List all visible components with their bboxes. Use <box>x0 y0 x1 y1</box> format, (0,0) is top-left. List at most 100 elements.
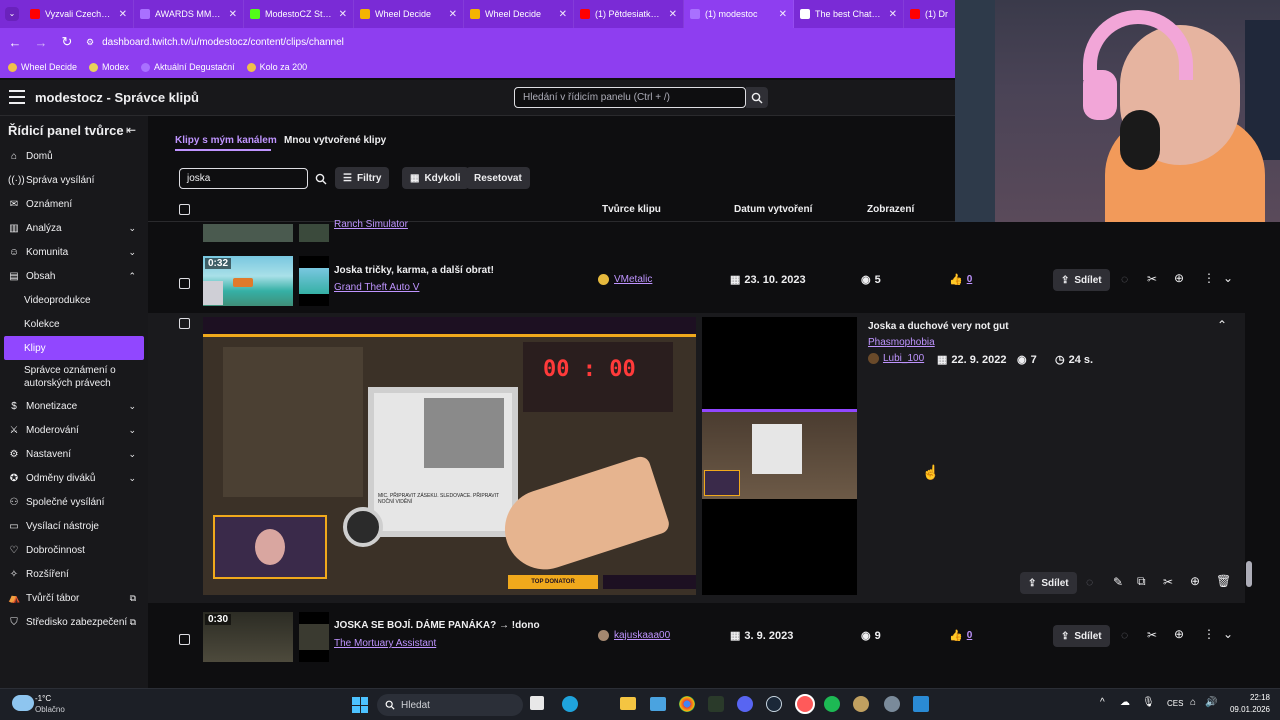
close-icon[interactable]: ✕ <box>559 9 567 20</box>
back-icon[interactable]: ← <box>8 35 22 50</box>
bookmark-modex[interactable]: Modex <box>89 62 129 72</box>
chevron-down-icon[interactable]: ⌄ <box>1223 271 1233 285</box>
creator-link[interactable]: Lubi_100 <box>883 353 924 364</box>
clip-thumbnail[interactable] <box>203 224 293 242</box>
clip-game-link[interactable]: The Mortuary Assistant <box>334 638 436 649</box>
sidebar-item-collab[interactable]: ⚇ Společné vysílání <box>0 490 148 514</box>
creator-link[interactable]: VMetalic <box>614 274 652 285</box>
close-icon[interactable]: ✕ <box>339 9 347 20</box>
scissors-icon[interactable]: ✂ <box>1147 272 1157 286</box>
browser-tab[interactable]: ModestoCZ Strea ✕ <box>244 0 354 28</box>
bookmark-wheel-decide[interactable]: Wheel Decide <box>8 62 77 72</box>
sidebar-item-analytics[interactable]: ▥ Analýza ⌄ <box>0 216 148 240</box>
site-info-icon[interactable]: ⚙ <box>86 37 94 48</box>
chevron-up-icon[interactable]: ⌃ <box>1217 318 1227 332</box>
browser-tab[interactable]: Vyzvali CzechClou ✕ <box>24 0 134 28</box>
clip-search-input[interactable]: joska <box>179 168 308 189</box>
tab-menu-button[interactable]: ⌄ <box>0 0 24 28</box>
settings-icon[interactable] <box>884 696 900 712</box>
share-button[interactable]: ⇪ Sdílet <box>1053 269 1110 291</box>
sidebar-item-community[interactable]: ☺ Komunita ⌄ <box>0 240 148 264</box>
filters-button[interactable]: ☰ Filtry <box>335 167 390 189</box>
dashboard-search-input[interactable]: Hledání v řídicím panelu (Ctrl + /) <box>514 87 746 108</box>
clock-date[interactable]: 09.01.2026 <box>1228 705 1270 714</box>
column-creator[interactable]: Tvůrce klipu <box>602 204 661 215</box>
date-range-button[interactable]: ▦ Kdykoli <box>402 167 469 189</box>
volume-icon[interactable]: 🔊 <box>1205 697 1217 708</box>
task-view-icon[interactable] <box>530 696 544 710</box>
tray-chevron-icon[interactable]: ^ <box>1100 697 1105 708</box>
sidebar-item-content[interactable]: ▤ Obsah ⌃ <box>0 264 148 288</box>
sidebar-item-tools[interactable]: ▭ Vysílací nástroje <box>0 514 148 538</box>
clip-thumbnail[interactable]: 0:32 <box>203 256 293 306</box>
clip-game-link[interactable]: Ranch Simulator <box>334 219 408 230</box>
sidebar-subitem[interactable]: Kolekce <box>0 312 148 336</box>
loading-icon[interactable]: ◌ <box>1121 628 1128 642</box>
clip-title[interactable]: JOSKA SE BOJÍ. DÁME PANÁKA? → !dono <box>334 620 540 631</box>
row-checkbox[interactable] <box>179 318 190 329</box>
scissors-icon[interactable]: ✂ <box>1147 628 1157 642</box>
reset-button[interactable]: Resetovat <box>466 167 530 189</box>
tray-cloud-icon[interactable]: ☁ <box>1120 697 1130 708</box>
clip-vertical-preview[interactable] <box>702 317 857 595</box>
browser-tab[interactable]: (1) Pětdesiatka - Y ✕ <box>574 0 684 28</box>
browser-tab[interactable]: Wheel Decide ✕ <box>464 0 574 28</box>
forward-icon[interactable]: → <box>34 35 48 50</box>
share-button[interactable]: ⇪ Sdílet <box>1020 572 1077 594</box>
sidebar-item-announcement[interactable]: ✉ Oznámení <box>0 192 148 216</box>
tab-my-channel-clips[interactable]: Klipy s mým kanálem <box>175 135 277 146</box>
loading-icon[interactable]: ◌ <box>1086 575 1093 589</box>
discord-icon[interactable] <box>737 696 753 712</box>
steam-icon[interactable] <box>766 696 782 712</box>
sidebar-item-charity[interactable]: ♡ Dobročinnost <box>0 538 148 562</box>
sidebar-item-home[interactable]: ⌂ Domů <box>0 144 148 168</box>
browser-tab[interactable]: The best ChatBot ✕ <box>794 0 904 28</box>
select-all-checkbox[interactable] <box>179 204 190 215</box>
delete-icon[interactable]: 🗑 <box>1216 574 1231 588</box>
file-explorer-icon[interactable] <box>620 697 636 710</box>
clip-title[interactable]: Joska tričky, karma, a další obrat! <box>334 265 494 276</box>
add-to-collection-icon[interactable]: ⊕ <box>1174 271 1184 285</box>
collapse-sidebar-icon[interactable]: ⇤ <box>126 123 136 137</box>
loading-icon[interactable]: ◌ <box>1121 272 1128 286</box>
clip-game-link[interactable]: Phasmophobia <box>868 337 935 348</box>
sidebar-item-security[interactable]: ⛉ Středisko zabezpečení ⧉ <box>0 610 148 634</box>
scrollbar[interactable] <box>1246 226 1252 676</box>
close-icon[interactable]: ✕ <box>889 9 897 20</box>
sidebar-item-camp[interactable]: ⛺ Tvůrčí tábor ⧉ <box>0 586 148 610</box>
sidebar-subitem[interactable]: Správce oznámení o autorských právech <box>0 360 148 394</box>
close-icon[interactable]: ✕ <box>119 9 127 20</box>
creator-link[interactable]: kajuskaaa00 <box>614 630 670 641</box>
browser-tab[interactable]: AWARDS MMA LI ✕ <box>134 0 244 28</box>
row-checkbox[interactable] <box>179 278 190 289</box>
browser-tab[interactable]: (1) modestoc ✕ <box>684 0 794 28</box>
app-icon[interactable] <box>708 696 724 712</box>
edit-icon[interactable]: ✎ <box>1113 575 1123 589</box>
spotify-icon[interactable] <box>824 696 840 712</box>
clock-time[interactable]: 22:18 <box>1228 693 1270 702</box>
sidebar-item-moderation[interactable]: ⚔ Moderování ⌄ <box>0 418 148 442</box>
browser-tab[interactable]: Wheel Decide ✕ <box>354 0 464 28</box>
clip-search-button[interactable] <box>311 168 331 189</box>
column-views[interactable]: Zobrazení <box>867 204 914 215</box>
sidebar-item-monetization[interactable]: $ Monetizace ⌄ <box>0 394 148 418</box>
edge-icon[interactable] <box>562 696 578 712</box>
external-link-icon[interactable]: ⧉ <box>1137 574 1146 589</box>
share-button[interactable]: ⇪ Sdílet <box>1053 625 1110 647</box>
sidebar-subitem[interactable]: Klipy <box>4 336 144 360</box>
sidebar-subitem[interactable]: Videoprodukce <box>0 288 148 312</box>
menu-icon[interactable] <box>9 90 25 104</box>
column-date[interactable]: Datum vytvoření <box>734 204 812 215</box>
sidebar-item-extensions[interactable]: ✧ Rozšíření <box>0 562 148 586</box>
bookmark-kolo[interactable]: Kolo za 200 <box>246 62 307 72</box>
more-icon[interactable]: ⋮ <box>1203 627 1215 641</box>
bookmark-degustacni[interactable]: Aktuální Degustační <box>141 62 235 72</box>
add-to-collection-icon[interactable]: ⊕ <box>1174 627 1184 641</box>
language-indicator[interactable]: CES <box>1167 699 1183 708</box>
windows-start-icon[interactable] <box>352 697 368 713</box>
store-icon[interactable] <box>650 697 666 711</box>
opera-icon[interactable] <box>795 694 815 714</box>
close-icon[interactable]: ✕ <box>229 9 237 20</box>
weather-cloud-icon[interactable] <box>12 695 34 711</box>
scissors-icon[interactable]: ✂ <box>1163 575 1173 589</box>
